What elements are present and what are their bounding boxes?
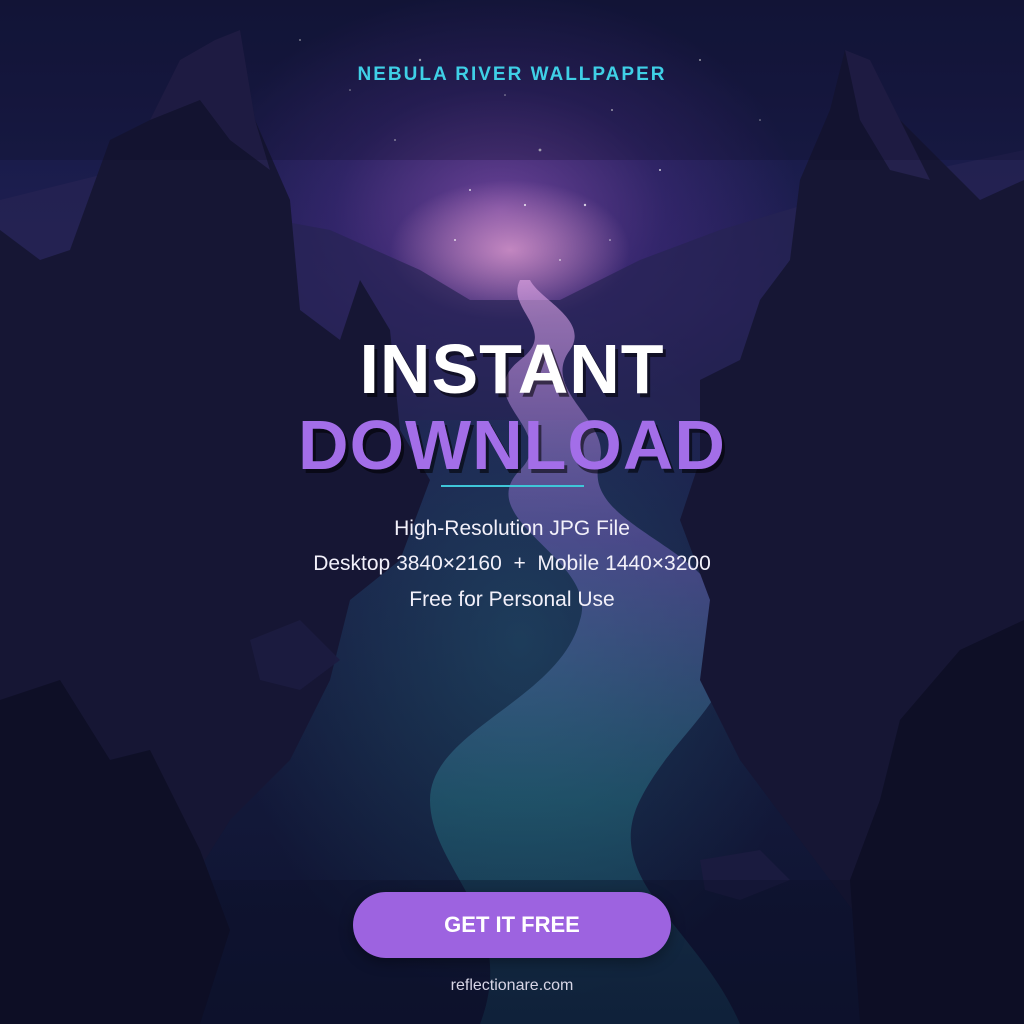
nebula-river-background (0, 0, 1024, 1024)
headline-download: DOWNLOAD (298, 406, 726, 484)
wallpaper-title: NEBULA RIVER WALLPAPER (357, 64, 667, 85)
wallpaper-promo-canvas: NEBULA RIVER WALLPAPER INSTANT DOWNLOAD … (0, 0, 1024, 1024)
divider-line (441, 485, 584, 487)
resolution-text: Desktop 3840×2160 + Mobile 1440×3200 (313, 552, 711, 575)
license-text: Free for Personal Use (409, 588, 615, 611)
headline-instant: INSTANT (359, 330, 665, 408)
file-format-text: High-Resolution JPG File (394, 517, 630, 540)
get-it-free-button[interactable]: GET IT FREE (353, 892, 671, 958)
website-url[interactable]: reflectionare.com (0, 977, 1024, 995)
